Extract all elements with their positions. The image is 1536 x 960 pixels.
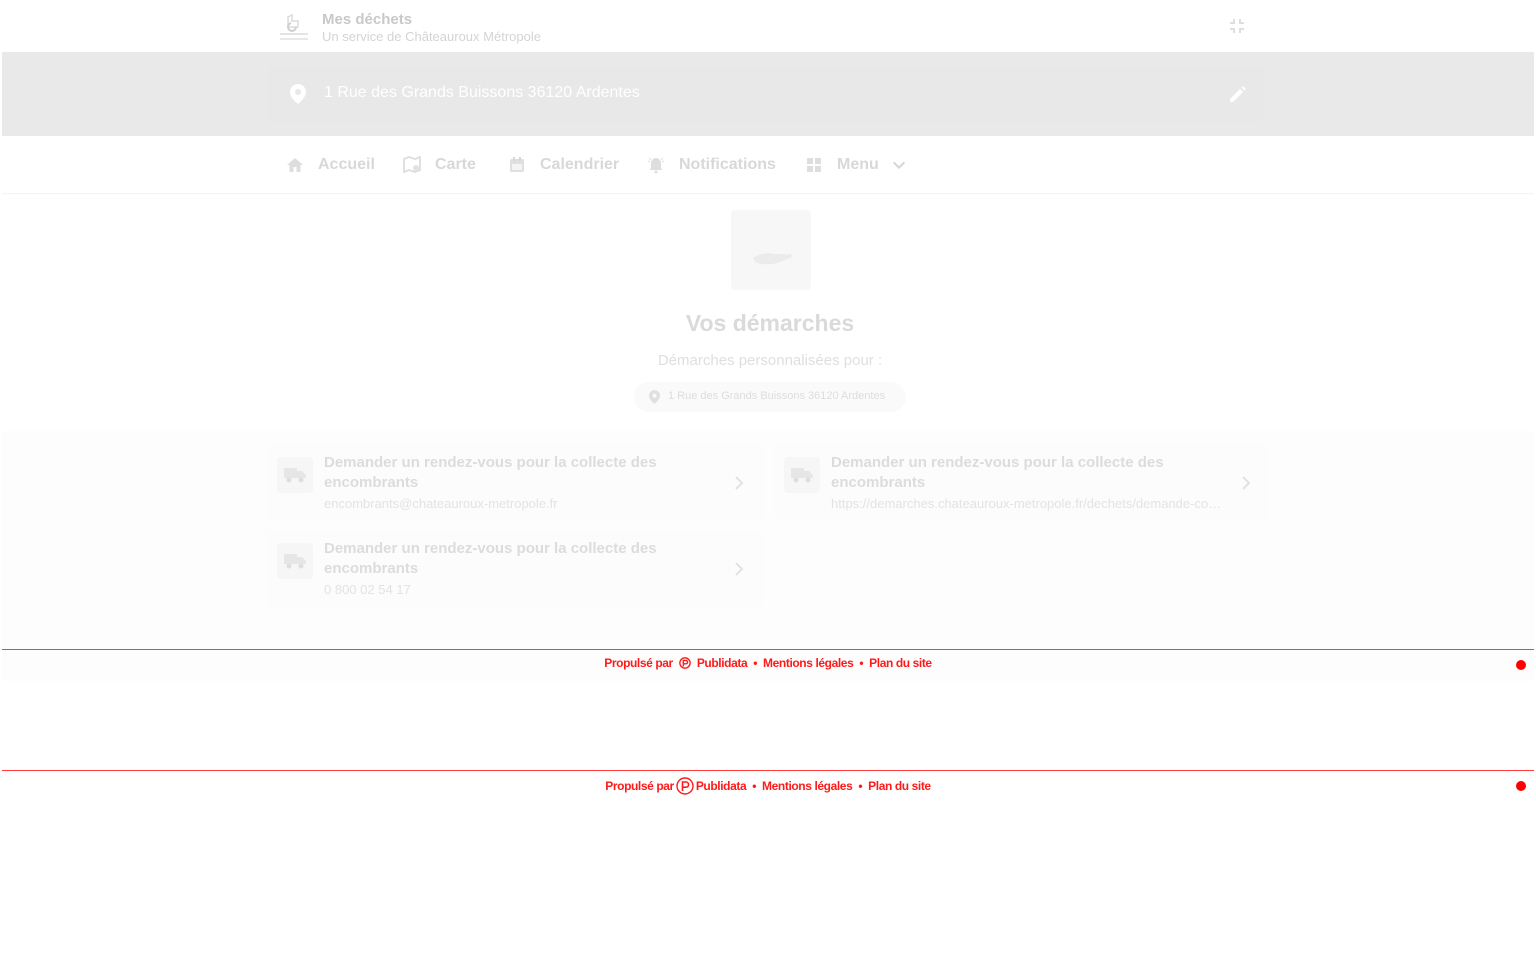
hero-icon-box — [731, 210, 811, 290]
home-icon — [287, 158, 303, 172]
publidata-logo-icon — [678, 657, 691, 669]
footer-separator: • — [752, 779, 757, 793]
sitemap-link[interactable]: Plan du site — [869, 656, 932, 670]
publidata-link[interactable]: Publidata — [696, 779, 747, 793]
nav-item-calendrier[interactable]: Calendrier — [508, 136, 619, 194]
address-selector[interactable]: 1 Rue des Grands Buissons 36120 Ardentes — [268, 66, 1264, 122]
collapse-icon[interactable] — [1228, 17, 1246, 35]
edit-pencil-icon[interactable] — [1228, 84, 1248, 104]
demarche-card[interactable]: Demander un rendez-vous pour la collecte… — [774, 445, 1270, 521]
page-title: Vos démarches — [685, 310, 855, 336]
calendar-icon — [510, 157, 524, 172]
nav-item-accueil[interactable]: Accueil — [286, 136, 375, 194]
footer-separator: • — [858, 779, 863, 793]
hero-section: Vos démarches Démarches personnalisées p… — [2, 195, 1534, 431]
nav-label: Notifications — [679, 156, 776, 173]
chevron-right-icon — [735, 476, 744, 490]
publidata-logo-icon — [676, 777, 694, 795]
nav-item-carte[interactable]: Carte — [403, 136, 476, 194]
nav-item-menu[interactable]: Menu — [805, 136, 907, 194]
demarche-card[interactable]: Demander un rendez-vous pour la collecte… — [267, 445, 763, 521]
chevron-right-icon — [735, 562, 744, 576]
card-icon-box — [784, 457, 820, 493]
app-title: Mes déchets — [322, 11, 413, 28]
footer-links: Propulsé par Publidata • Mentions légale… — [2, 777, 1534, 795]
card-subtitle: 0 800 02 54 17 — [324, 582, 411, 597]
truck-icon — [284, 468, 306, 483]
truck-icon — [284, 554, 306, 569]
chevron-right-icon — [1242, 476, 1251, 490]
nav-label: Menu — [837, 156, 879, 173]
footer-separator: • — [859, 656, 864, 670]
footer-links: Propulsé par Publidata • Mentions légale… — [2, 656, 1534, 670]
map-icon — [403, 156, 421, 174]
nav-label: Carte — [435, 156, 476, 173]
page-subtitle: Démarches personnalisées pour : — [657, 352, 883, 369]
footer-secondary: Propulsé par Publidata • Mentions légale… — [2, 770, 1534, 800]
card-title: Demander un rendez-vous pour la collecte… — [831, 454, 1164, 491]
app-frame: Mes déchets Un service de Châteauroux Mé… — [2, 1, 1534, 681]
demarche-card[interactable]: Demander un rendez-vous pour la collecte… — [267, 531, 763, 607]
sitemap-link[interactable]: Plan du site — [868, 779, 931, 793]
app-header: Mes déchets Un service de Châteauroux Mé… — [2, 1, 1534, 52]
truck-icon — [791, 468, 813, 483]
nav-label: Calendrier — [540, 156, 620, 173]
address-text: 1 Rue des Grands Buissons 36120 Ardentes — [324, 84, 640, 101]
address-chip: 1 Rue des Grands Buissons 36120 Ardentes — [634, 382, 906, 412]
chevron-down-icon — [892, 161, 905, 170]
card-title: Demander un rendez-vous pour la collecte… — [324, 540, 657, 577]
legal-link[interactable]: Mentions légales — [762, 779, 853, 793]
nav-item-notifications[interactable]: Notifications — [647, 136, 776, 194]
main-nav: Accueil Carte Calendrier Notifications M… — [2, 136, 1534, 194]
chateauroux-logo — [280, 13, 308, 40]
footer-primary: Propulsé par Publidata • Mentions légale… — [2, 649, 1534, 679]
address-chip-text: 1 Rue des Grands Buissons 36120 Ardentes — [668, 390, 886, 402]
grid-icon — [807, 158, 821, 172]
card-icon-box — [277, 543, 313, 579]
card-title: Demander un rendez-vous pour la collecte… — [324, 454, 657, 491]
powered-by-text: Propulsé par — [605, 779, 674, 793]
footer-separator: • — [753, 656, 758, 670]
hand-offer-icon — [753, 253, 792, 265]
location-pin-icon — [649, 390, 660, 404]
card-subtitle: encombrants@chateauroux-metropole.fr — [324, 496, 558, 511]
card-icon-box — [277, 457, 313, 493]
legal-link[interactable]: Mentions légales — [763, 656, 854, 670]
app-subtitle: Un service de Châteauroux Métropole — [322, 29, 541, 44]
powered-by-text: Propulsé par — [604, 656, 673, 670]
location-pin-icon — [290, 84, 306, 104]
status-dot — [1516, 781, 1526, 791]
publidata-link[interactable]: Publidata — [697, 656, 748, 670]
bell-alert-icon — [647, 157, 665, 174]
card-subtitle: https://demarches.chateauroux-metropole.… — [831, 496, 1223, 511]
nav-label: Accueil — [318, 156, 375, 173]
address-band: 1 Rue des Grands Buissons 36120 Ardentes — [2, 52, 1534, 136]
status-dot — [1516, 660, 1526, 670]
